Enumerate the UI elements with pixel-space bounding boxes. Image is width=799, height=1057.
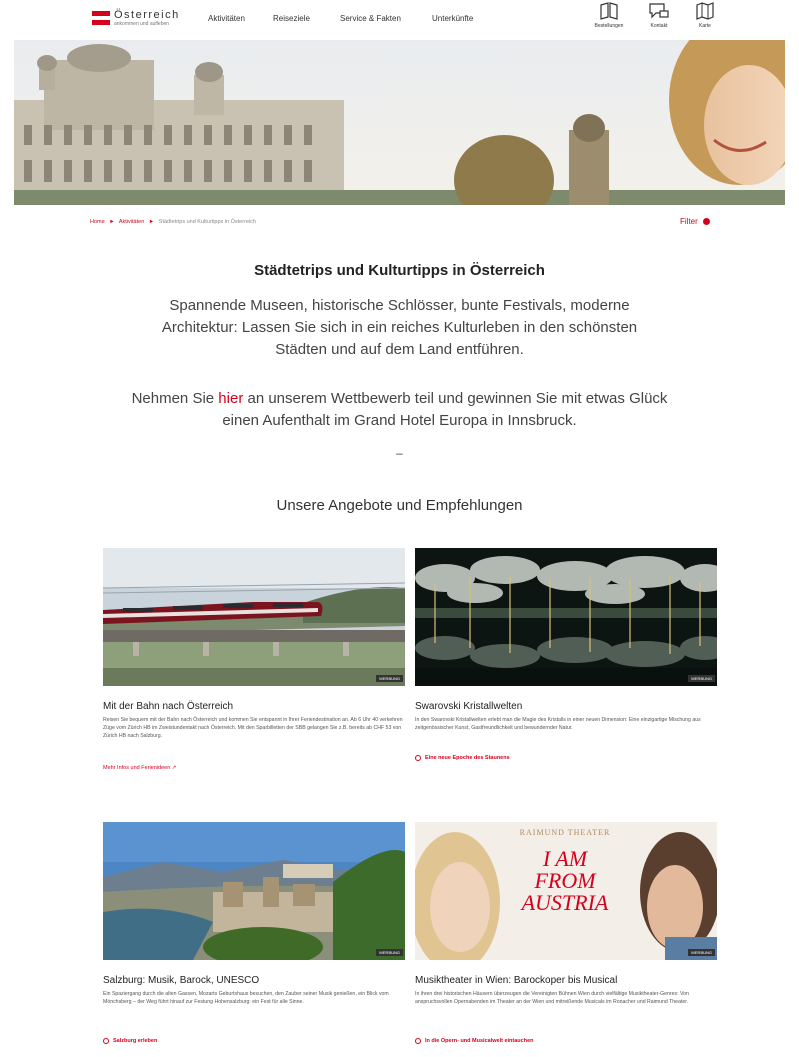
ad-badge: WERBUNG — [376, 949, 403, 956]
section-title: Unsere Angebote und Empfehlungen — [276, 497, 523, 514]
breadcrumb: Home ► Aktivitäten ► Städtetrips und Kul… — [90, 219, 256, 225]
salzburg-image[interactable]: WERBUNG — [103, 822, 405, 960]
hero-image — [14, 40, 785, 205]
offer-card-train[interactable]: WERBUNG Mit der Bahn nach Österreich Rei… — [103, 548, 405, 771]
ad-badge: WERBUNG — [376, 675, 403, 682]
contest-text: Nehmen Sie hier an unserem Wettbewerb te… — [130, 388, 669, 432]
card-description: Reisen Sie bequem mit der Bahn nach Öste… — [103, 717, 403, 740]
map-icon — [696, 2, 714, 20]
contest-before: Nehmen Sie — [131, 390, 219, 407]
nav-item-aktivitaeten[interactable]: Aktivitäten — [208, 14, 245, 23]
card-title[interactable]: Swarovski Kristallwelten — [415, 701, 522, 712]
logo-tagline: ankommen und aufleben — [114, 21, 170, 27]
contact-button[interactable]: Kontakt — [634, 2, 684, 38]
card-title[interactable]: Mit der Bahn nach Österreich — [103, 701, 233, 712]
chat-icon — [649, 3, 669, 19]
card-description: In den Swarovski Kristallwelten erlebt m… — [415, 717, 701, 732]
intro-text: Spannende Museen, historische Schlösser,… — [161, 297, 638, 358]
card-description: Ein Spaziergang durch die alten Gassen, … — [103, 991, 389, 1006]
breadcrumb-current: Städtetrips und Kulturtipps in Österreic… — [158, 219, 256, 225]
page-title: Städtetrips und Kulturtipps in Österreic… — [254, 262, 545, 279]
contact-label: Kontakt — [650, 23, 668, 29]
card-link-label: Salzburg erleben — [113, 1038, 158, 1044]
offer-card-musical[interactable]: RAIMUND THEATER I AM FROM AUSTRIA WERBUN… — [415, 822, 717, 1044]
top-bar: Österreich ankommen und aufleben Aktivit… — [0, 0, 799, 40]
poster-title-line1: I AM — [542, 846, 588, 871]
breadcrumb-separator: ► — [148, 219, 155, 225]
brochure-icon — [600, 2, 618, 20]
contest-after: an unserem Wettbewerb teil und gewinnen … — [222, 390, 668, 429]
nav-item-reiseziele[interactable]: Reiseziele — [273, 14, 310, 23]
train-image[interactable]: WERBUNG — [103, 548, 405, 686]
logo[interactable]: Österreich ankommen und aufleben — [92, 9, 182, 33]
filter-icon — [702, 218, 710, 225]
musical-poster-image[interactable]: RAIMUND THEATER I AM FROM AUSTRIA WERBUN… — [415, 822, 717, 960]
poster-title-line3: AUSTRIA — [521, 890, 609, 915]
card-link[interactable]: Eine neue Epoche des Staunens — [415, 755, 510, 761]
nav-item-service[interactable]: Service & Fakten — [340, 14, 401, 23]
clock-icon — [103, 1038, 109, 1044]
breadcrumb-home[interactable]: Home — [90, 219, 105, 225]
card-title[interactable]: Salzburg: Musik, Barock, UNESCO — [103, 975, 259, 986]
card-link[interactable]: In die Opern- und Musicalwelt eintauchen — [415, 1038, 534, 1044]
austria-flag-icon — [92, 11, 110, 25]
card-title[interactable]: Musiktheater in Wien: Barockoper bis Mus… — [415, 975, 617, 986]
nav-item-unterkuenfte[interactable]: Unterkünfte — [432, 14, 473, 23]
map-button[interactable]: Karte — [680, 2, 730, 38]
ad-badge: WERBUNG — [688, 675, 715, 682]
orders-label: Bestellungen — [594, 23, 624, 29]
clock-icon — [415, 755, 421, 761]
clock-icon — [415, 1038, 421, 1044]
crystal-worlds-image[interactable]: WERBUNG — [415, 548, 717, 686]
filter-button[interactable]: Filter — [680, 217, 710, 226]
orders-button[interactable]: Bestellungen — [584, 2, 634, 38]
card-description: In ihren drei historischen Häusern überz… — [415, 991, 689, 1006]
card-link-label: Eine neue Epoche des Staunens — [425, 755, 510, 761]
offer-card-salzburg[interactable]: WERBUNG Salzburg: Musik, Barock, UNESCO … — [103, 822, 405, 1044]
breadcrumb-activities[interactable]: Aktivitäten — [119, 219, 144, 225]
filter-label: Filter — [680, 217, 698, 226]
card-link-label: In die Opern- und Musicalwelt eintauchen — [425, 1038, 534, 1044]
contest-link[interactable]: hier — [218, 390, 243, 407]
logo-name: Österreich — [114, 9, 180, 21]
ad-badge: WERBUNG — [688, 949, 715, 956]
hero-illustration — [14, 40, 785, 205]
card-link[interactable]: Mehr Infos und Ferienideen ↗ — [103, 765, 176, 771]
offer-card-swarovski[interactable]: WERBUNG Swarovski Kristallwelten In den … — [415, 548, 717, 761]
divider: – — [396, 446, 403, 460]
poster-venue: RAIMUND THEATER — [519, 828, 611, 837]
breadcrumb-separator: ► — [109, 219, 115, 225]
card-link[interactable]: Salzburg erleben — [103, 1038, 157, 1044]
map-label: Karte — [699, 23, 711, 29]
poster-title-line2: FROM — [534, 868, 596, 893]
